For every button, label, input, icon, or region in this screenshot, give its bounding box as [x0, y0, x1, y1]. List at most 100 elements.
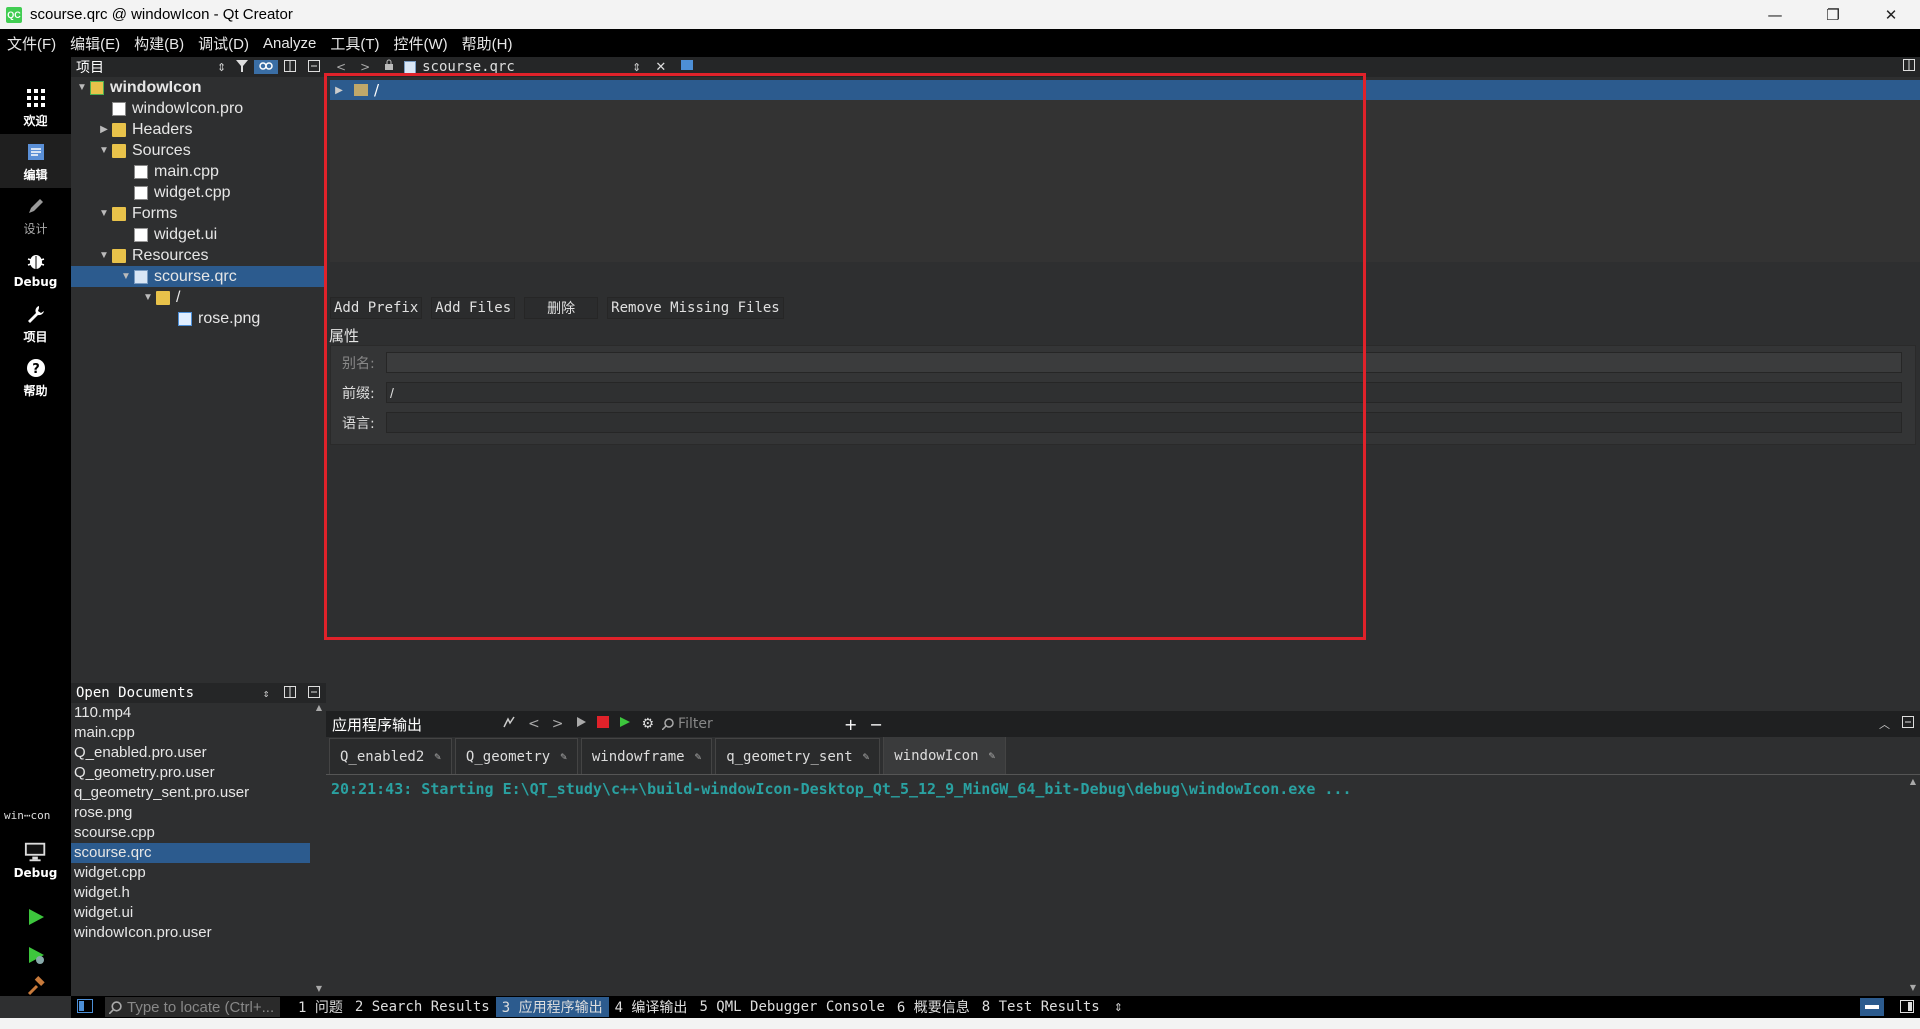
close-tab-icon[interactable]: ✎: [560, 750, 567, 763]
remove-missing-files-button[interactable]: Remove Missing Files: [607, 297, 784, 319]
tree-item-widget-cpp[interactable]: widget.cpp: [71, 182, 326, 203]
add-prefix-button[interactable]: Add Prefix: [330, 297, 423, 319]
output-tab[interactable]: windowframe ✎: [580, 738, 713, 774]
menu-debug[interactable]: 调试(D): [191, 33, 256, 54]
alias-field[interactable]: [386, 352, 1902, 373]
prefix-field[interactable]: /: [386, 382, 1902, 403]
status-tab-qml-debugger[interactable]: 5 QML Debugger Console: [693, 997, 890, 1017]
output-tab[interactable]: q_geometry_sent ✎: [715, 738, 881, 774]
open-document-item-selected[interactable]: scourse.qrc: [71, 843, 310, 863]
scroll-up-icon[interactable]: ▲: [1906, 777, 1920, 786]
open-document-item[interactable]: widget.cpp: [71, 863, 310, 883]
mode-welcome[interactable]: 欢迎: [0, 80, 71, 134]
open-document-item[interactable]: 110.mp4: [71, 703, 310, 723]
nav-forward-icon[interactable]: >: [360, 60, 370, 74]
menu-tools[interactable]: 工具(T): [323, 33, 386, 54]
output-tab[interactable]: Q_enabled2 ✎: [329, 738, 452, 774]
locator-input[interactable]: Type to locate (Ctrl+...: [105, 997, 280, 1017]
tree-item-pro-file[interactable]: windowIcon.pro: [71, 98, 326, 119]
close-panel-icon[interactable]: [302, 685, 326, 701]
expand-arrow-icon[interactable]: ▼: [96, 208, 112, 219]
close-pane-icon[interactable]: [1902, 716, 1914, 732]
delete-button[interactable]: 删除: [524, 297, 599, 319]
split-editor-icon[interactable]: [1903, 59, 1915, 75]
increase-font-icon[interactable]: +: [844, 715, 857, 734]
status-tab-search-results[interactable]: 2 Search Results: [349, 997, 496, 1017]
tree-item-forms[interactable]: ▼ Forms: [71, 203, 326, 224]
decrease-font-icon[interactable]: −: [869, 715, 882, 734]
split-icon[interactable]: [278, 685, 302, 701]
sort-icon[interactable]: ⇕: [254, 687, 278, 700]
status-tab-app-output[interactable]: 3 应用程序输出: [495, 997, 609, 1017]
split-view-icon[interactable]: [680, 59, 694, 75]
attach-debugger-icon[interactable]: [502, 715, 516, 733]
add-files-button[interactable]: Add Files: [431, 297, 516, 319]
output-tab-active[interactable]: windowIcon ✎: [883, 736, 1007, 774]
menu-build[interactable]: 构建(B): [127, 33, 191, 54]
close-document-icon[interactable]: ✕: [655, 60, 666, 75]
status-tab-compile-output[interactable]: 4 编译输出: [609, 997, 694, 1017]
stop-icon[interactable]: [597, 716, 610, 732]
link-icon[interactable]: [254, 60, 278, 74]
debug-run-button[interactable]: [0, 937, 71, 973]
close-tab-icon[interactable]: ✎: [434, 750, 441, 763]
resource-prefix-row[interactable]: ▶ /: [330, 80, 1920, 100]
toggle-right-sidebar-icon[interactable]: [1900, 1000, 1914, 1017]
output-tab[interactable]: Q_geometry ✎: [454, 738, 578, 774]
scroll-up-icon[interactable]: ▲: [312, 703, 326, 712]
menu-file[interactable]: 文件(F): [0, 33, 63, 54]
expand-arrow-icon[interactable]: ▼: [96, 145, 112, 156]
expand-arrow-icon[interactable]: ▼: [74, 82, 90, 93]
next-item-icon[interactable]: >: [552, 716, 564, 732]
rerun-icon[interactable]: [575, 716, 587, 732]
output-filter[interactable]: Filter: [662, 716, 842, 732]
mode-debug[interactable]: Debug: [0, 242, 71, 296]
maximize-pane-icon[interactable]: ︿: [1879, 716, 1890, 732]
mode-projects[interactable]: 项目: [0, 296, 71, 350]
language-field[interactable]: [386, 412, 1902, 433]
close-tab-icon[interactable]: ✎: [695, 750, 702, 763]
tree-item-resources[interactable]: ▼ Resources: [71, 245, 326, 266]
scroll-down-icon[interactable]: ▼: [1906, 983, 1920, 992]
file-combo[interactable]: scourse.qrc: [422, 60, 632, 74]
expand-arrow-icon[interactable]: ▶: [330, 85, 348, 96]
tree-item-main-cpp[interactable]: main.cpp: [71, 161, 326, 182]
open-document-item[interactable]: widget.ui: [71, 903, 310, 923]
mode-edit[interactable]: 编辑: [0, 134, 71, 188]
tree-item-rose-png[interactable]: rose.png: [71, 308, 326, 329]
expand-arrow-icon[interactable]: ▼: [118, 271, 134, 282]
tree-item-sources[interactable]: ▼ Sources: [71, 140, 326, 161]
menu-help[interactable]: 帮助(H): [455, 33, 520, 54]
close-panel-icon[interactable]: [302, 59, 326, 75]
menu-analyze[interactable]: Analyze: [256, 35, 323, 52]
more-tabs-icon[interactable]: ⇕: [1114, 1001, 1123, 1014]
open-documents-scrollbar[interactable]: ▲ ▼: [312, 703, 326, 993]
open-document-item[interactable]: main.cpp: [71, 723, 310, 743]
tree-item-project[interactable]: ▼ windowIcon: [71, 77, 326, 98]
menu-controls[interactable]: 控件(W): [387, 33, 455, 54]
open-document-item[interactable]: q_geometry_sent.pro.user: [71, 783, 310, 803]
tree-item-widget-ui[interactable]: widget.ui: [71, 224, 326, 245]
toggle-sidebar-icon[interactable]: [77, 999, 93, 1017]
close-tab-icon[interactable]: ✎: [863, 750, 870, 763]
settings-gear-icon[interactable]: ⚙: [641, 716, 654, 732]
minimize-button[interactable]: —: [1746, 0, 1804, 29]
mode-help[interactable]: ? 帮助: [0, 350, 71, 404]
tree-item-headers[interactable]: ▶ Headers: [71, 119, 326, 140]
open-document-item[interactable]: rose.png: [71, 803, 310, 823]
menu-edit[interactable]: 编辑(E): [63, 33, 127, 54]
close-button[interactable]: ✕: [1862, 0, 1920, 29]
output-scrollbar[interactable]: ▲ ▼: [1906, 777, 1920, 992]
tree-item-prefix-root[interactable]: ▼ /: [71, 287, 326, 308]
expand-arrow-icon[interactable]: ▼: [140, 292, 156, 303]
resource-tree[interactable]: ▶ /: [330, 80, 1920, 262]
lock-icon[interactable]: [384, 59, 394, 75]
open-document-item[interactable]: Q_geometry.pro.user: [71, 763, 310, 783]
status-tab-test-results[interactable]: 8 Test Results: [976, 997, 1106, 1017]
tree-item-scourse-qrc[interactable]: ▼ scourse.qrc: [71, 266, 326, 287]
open-document-item[interactable]: windowIcon.pro.user: [71, 923, 310, 943]
view-selector-icon[interactable]: ⇕: [217, 61, 226, 74]
run-button[interactable]: [0, 897, 71, 937]
filter-icon[interactable]: [230, 59, 254, 75]
restore-button[interactable]: ❐: [1804, 0, 1862, 29]
